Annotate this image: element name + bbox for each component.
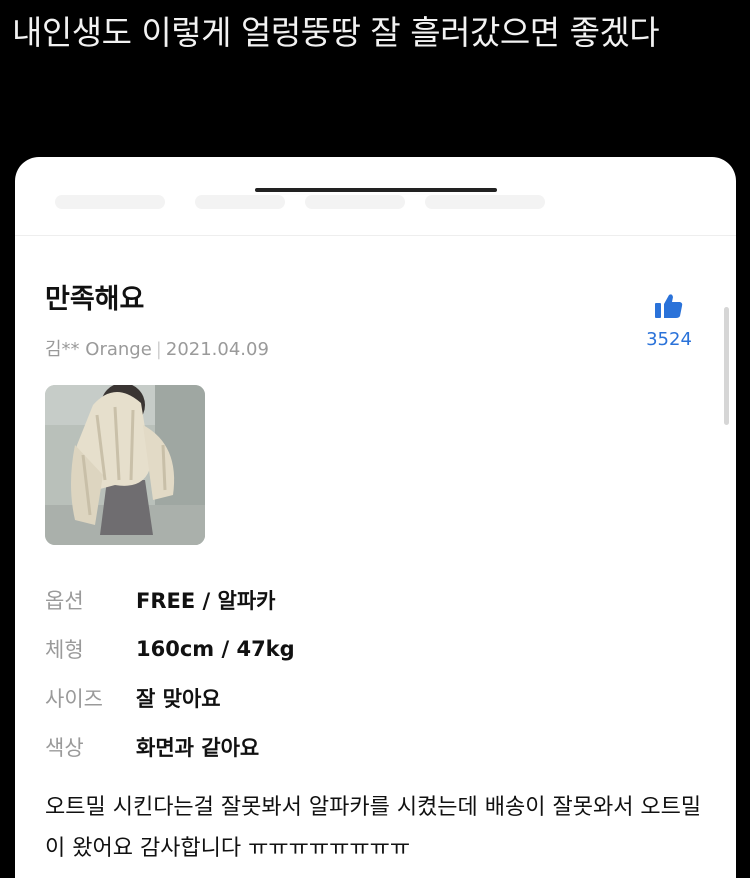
like-count: 3524 [646,329,692,350]
option-key: 색상 [45,735,84,760]
option-key: 옵션 [45,588,84,613]
sheet-drag-handle[interactable] [255,188,497,192]
scrollbar[interactable] [724,307,729,425]
meta-divider: | [155,339,162,360]
option-row: 체형 160cm / 47kg [45,624,295,673]
option-value: 잘 맞아요 [136,686,221,711]
option-row: 옵션 FREE / 알파카 [45,575,295,624]
faded-tab [195,195,285,209]
review-meta: 김** Orange | 2021.04.09 [45,335,269,361]
thumbs-up-icon [641,293,697,319]
faded-tab [305,195,405,209]
option-row: 색상 화면과 같아요 [45,722,295,771]
review-photo[interactable] [45,385,205,545]
post-caption: 내인생도 이렇게 얼렁뚱땅 잘 흘러갔으면 좋겠다 [12,13,660,52]
option-value: 160cm / 47kg [136,636,295,661]
review-title: 만족해요 [45,284,145,315]
faded-tab [425,195,545,209]
review-body: 오트밀 시킨다는걸 잘못봐서 알파카를 시켰는데 배송이 잘못와서 오트밀이 왔… [45,795,702,861]
option-value: 화면과 같아요 [136,735,260,760]
review-options: 옵션 FREE / 알파카 체형 160cm / 47kg 사이즈 잘 맞아요 … [45,575,295,771]
review-sheet: 만족해요 김** Orange | 2021.04.09 3524 옵션 FRE… [15,157,736,878]
option-value: FREE / 알파카 [136,588,276,613]
faded-tab [55,195,165,209]
faded-tab-bar [15,157,736,236]
option-key: 사이즈 [45,686,103,711]
option-row: 사이즈 잘 맞아요 [45,673,295,722]
review-author: 김** Orange [45,339,152,360]
like-button[interactable]: 3524 [641,293,697,350]
review-date: 2021.04.09 [165,339,269,360]
option-key: 체형 [45,637,84,662]
